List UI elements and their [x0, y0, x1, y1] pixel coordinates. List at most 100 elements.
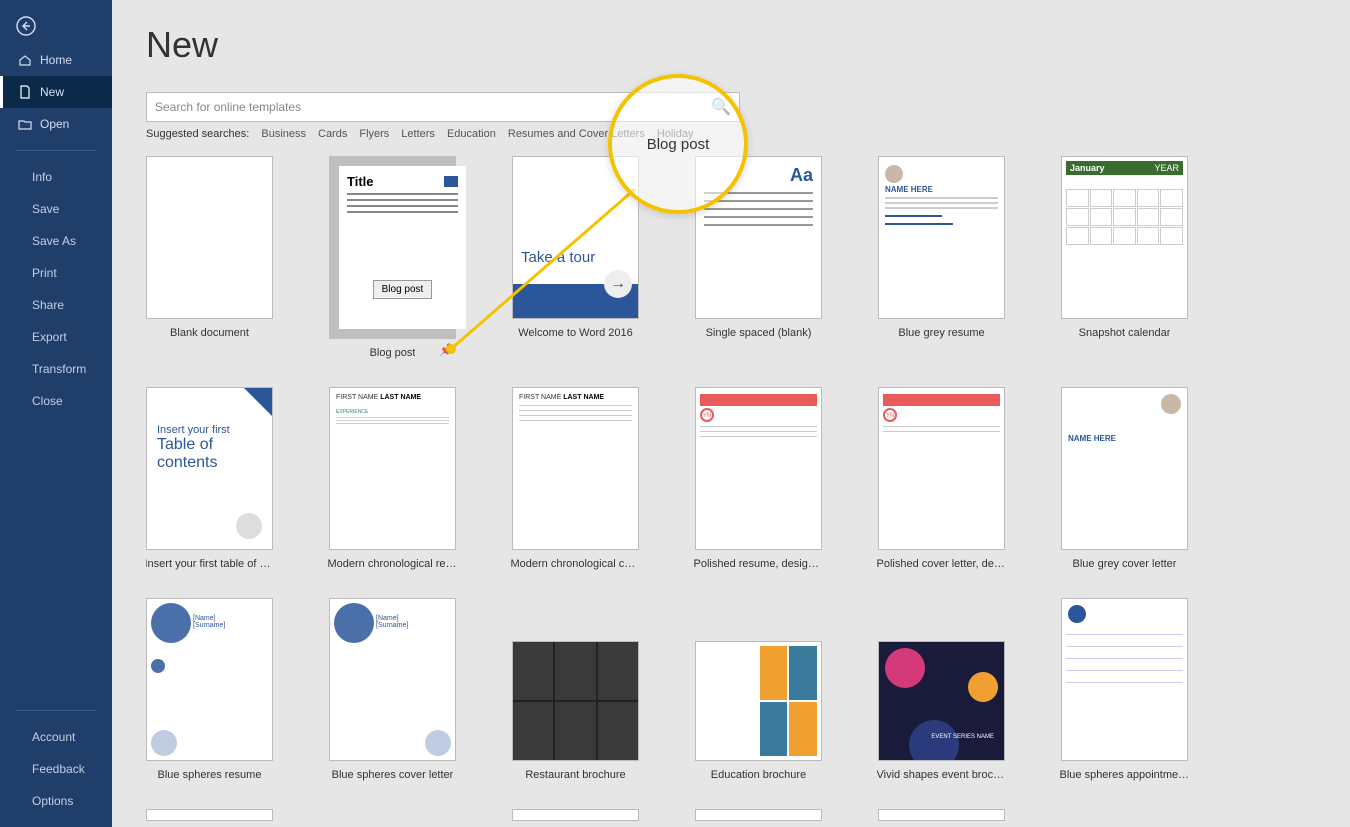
- template-thumb: [512, 641, 639, 761]
- template-snapshot-calendar[interactable]: January YEAR Snapshot calendar: [1061, 156, 1188, 359]
- document-icon: [18, 85, 32, 99]
- sidebar-item-account[interactable]: Account: [0, 721, 112, 753]
- template-blue-grey-cover[interactable]: NAME HERE Blue grey cover letter: [1061, 387, 1188, 570]
- sidebar-label: New: [40, 85, 64, 99]
- template-thumb: Take a tour →: [512, 156, 639, 319]
- template-label: Polished resume, designed b…: [694, 558, 824, 570]
- template-card[interactable]: [878, 809, 1005, 821]
- suggested-link[interactable]: Holiday: [657, 128, 694, 140]
- suggested-link[interactable]: Flyers: [359, 128, 389, 140]
- template-label: Modern chronological cover l…: [511, 558, 641, 570]
- suggested-link[interactable]: Education: [447, 128, 496, 140]
- template-polished-resume[interactable]: YN Polished resume, designed b…: [695, 387, 822, 570]
- template-label: Blank document: [170, 327, 249, 339]
- sidebar-item-open[interactable]: Open: [0, 108, 112, 140]
- template-chron-resume[interactable]: FIRST NAME LAST NAME EXPERIENCE Modern c…: [329, 387, 456, 570]
- arrow-right-icon: →: [604, 270, 632, 298]
- template-chron-cover[interactable]: FIRST NAME LAST NAME Modern chronologica…: [512, 387, 639, 570]
- template-thumb: FIRST NAME LAST NAME EXPERIENCE: [329, 387, 456, 550]
- cal-month: January: [1070, 163, 1105, 173]
- sidebar-item-export[interactable]: Export: [0, 321, 112, 353]
- template-label: Blue spheres appointment cal…: [1060, 769, 1190, 781]
- template-blue-spheres-appt[interactable]: Blue spheres appointment cal…: [1061, 598, 1188, 781]
- sidebar-item-close[interactable]: Close: [0, 385, 112, 417]
- template-thumb: January YEAR: [1061, 156, 1188, 319]
- blog-title-text: Title: [347, 174, 458, 189]
- sidebar-item-options[interactable]: Options: [0, 785, 112, 817]
- sidebar-item-save[interactable]: Save: [0, 193, 112, 225]
- template-label: Blue spheres cover letter: [332, 769, 454, 781]
- resume-name: NAME HERE: [885, 185, 998, 194]
- sidebar-label: Home: [40, 53, 72, 67]
- template-thumb: YN: [878, 387, 1005, 550]
- template-vivid-brochure[interactable]: EVENT SERIES NAME Vivid shapes event bro…: [878, 598, 1005, 781]
- suggested-label: Suggested searches:: [146, 128, 249, 140]
- template-blue-grey-resume[interactable]: NAME HERE Blue grey resume: [878, 156, 1005, 359]
- template-blue-spheres-resume[interactable]: [Name][Surname] Blue spheres resume: [146, 598, 273, 781]
- template-blog-post[interactable]: Title Blog post Blog post 📌: [329, 156, 456, 359]
- suggested-link[interactable]: Business: [261, 128, 306, 140]
- template-single-spaced[interactable]: Aa Single spaced (blank): [695, 156, 822, 359]
- template-thumb: EVENT SERIES NAME: [878, 641, 1005, 761]
- toc-line2: Table of: [157, 436, 262, 454]
- main-area: New Search for online templates 🔍 Sugges…: [112, 0, 1350, 827]
- search-placeholder: Search for online templates: [155, 100, 301, 114]
- template-label: Blue grey resume: [898, 327, 984, 339]
- sidebar-item-home[interactable]: Home: [0, 44, 112, 76]
- template-grid: Blank document Title Blog post Blog post…: [146, 156, 1330, 827]
- template-thumb: [512, 809, 639, 821]
- chat-icon: [444, 176, 458, 187]
- template-thumb: Aa: [695, 156, 822, 319]
- template-card[interactable]: [695, 809, 822, 821]
- template-thumb: YN: [695, 387, 822, 550]
- template-label: Blog post: [370, 347, 416, 359]
- sidebar-item-info[interactable]: Info: [0, 161, 112, 193]
- sphere-icon: [1068, 605, 1086, 623]
- template-label: Restaurant brochure: [525, 769, 625, 781]
- suggested-link[interactable]: Resumes and Cover Letters: [508, 128, 645, 140]
- suggested-link[interactable]: Letters: [401, 128, 435, 140]
- sidebar-divider: [16, 710, 96, 711]
- sidebar-label: Open: [40, 117, 69, 131]
- template-card[interactable]: [146, 809, 273, 821]
- sidebar-item-feedback[interactable]: Feedback: [0, 753, 112, 785]
- template-label: Blue grey cover letter: [1073, 558, 1177, 570]
- aa-text: Aa: [704, 165, 813, 186]
- sidebar-item-transform[interactable]: Transform: [0, 353, 112, 385]
- sidebar-item-print[interactable]: Print: [0, 257, 112, 289]
- template-search[interactable]: Search for online templates 🔍: [146, 92, 740, 122]
- template-polished-cover[interactable]: YN Polished cover letter, designe…: [878, 387, 1005, 570]
- sidebar-divider: [16, 150, 96, 151]
- cal-year: YEAR: [1154, 163, 1179, 173]
- template-label: Blue spheres resume: [158, 769, 262, 781]
- template-thumb: [1061, 598, 1188, 761]
- template-blank-document[interactable]: Blank document: [146, 156, 273, 359]
- toc-line3: contents: [157, 454, 262, 472]
- arrow-icon: [236, 513, 262, 539]
- template-card[interactable]: [512, 809, 639, 821]
- avatar-icon: [1161, 394, 1181, 414]
- sidebar-item-save-as[interactable]: Save As: [0, 225, 112, 257]
- sidebar-item-new[interactable]: New: [0, 76, 112, 108]
- template-thumb: Title Blog post: [339, 166, 466, 329]
- template-thumb: NAME HERE: [1061, 387, 1188, 550]
- pin-icon[interactable]: 📌: [439, 343, 454, 357]
- template-label: Modern chronological resume: [328, 558, 458, 570]
- template-label: Welcome to Word 2016: [518, 327, 633, 339]
- template-blue-spheres-cover[interactable]: [Name][Surname] Blue spheres cover lette…: [329, 598, 456, 781]
- template-label: Snapshot calendar: [1079, 327, 1171, 339]
- template-welcome[interactable]: Take a tour → Welcome to Word 2016: [512, 156, 639, 359]
- backstage-sidebar: Home New Open Info Save Save As Print Sh…: [0, 0, 112, 827]
- back-button[interactable]: [0, 0, 112, 36]
- template-education-brochure[interactable]: Education brochure: [695, 598, 822, 781]
- sidebar-item-share[interactable]: Share: [0, 289, 112, 321]
- template-restaurant-brochure[interactable]: Restaurant brochure: [512, 598, 639, 781]
- vivid-text: EVENT SERIES NAME: [931, 734, 994, 740]
- template-thumb: NAME HERE: [878, 156, 1005, 319]
- new-badge: [244, 388, 272, 416]
- suggested-link[interactable]: Cards: [318, 128, 347, 140]
- template-thumb: [878, 809, 1005, 821]
- template-table-of-contents[interactable]: Insert your first Table of contents Inse…: [146, 387, 273, 570]
- blog-tooltip: Blog post: [373, 280, 433, 299]
- search-icon[interactable]: 🔍: [711, 97, 731, 117]
